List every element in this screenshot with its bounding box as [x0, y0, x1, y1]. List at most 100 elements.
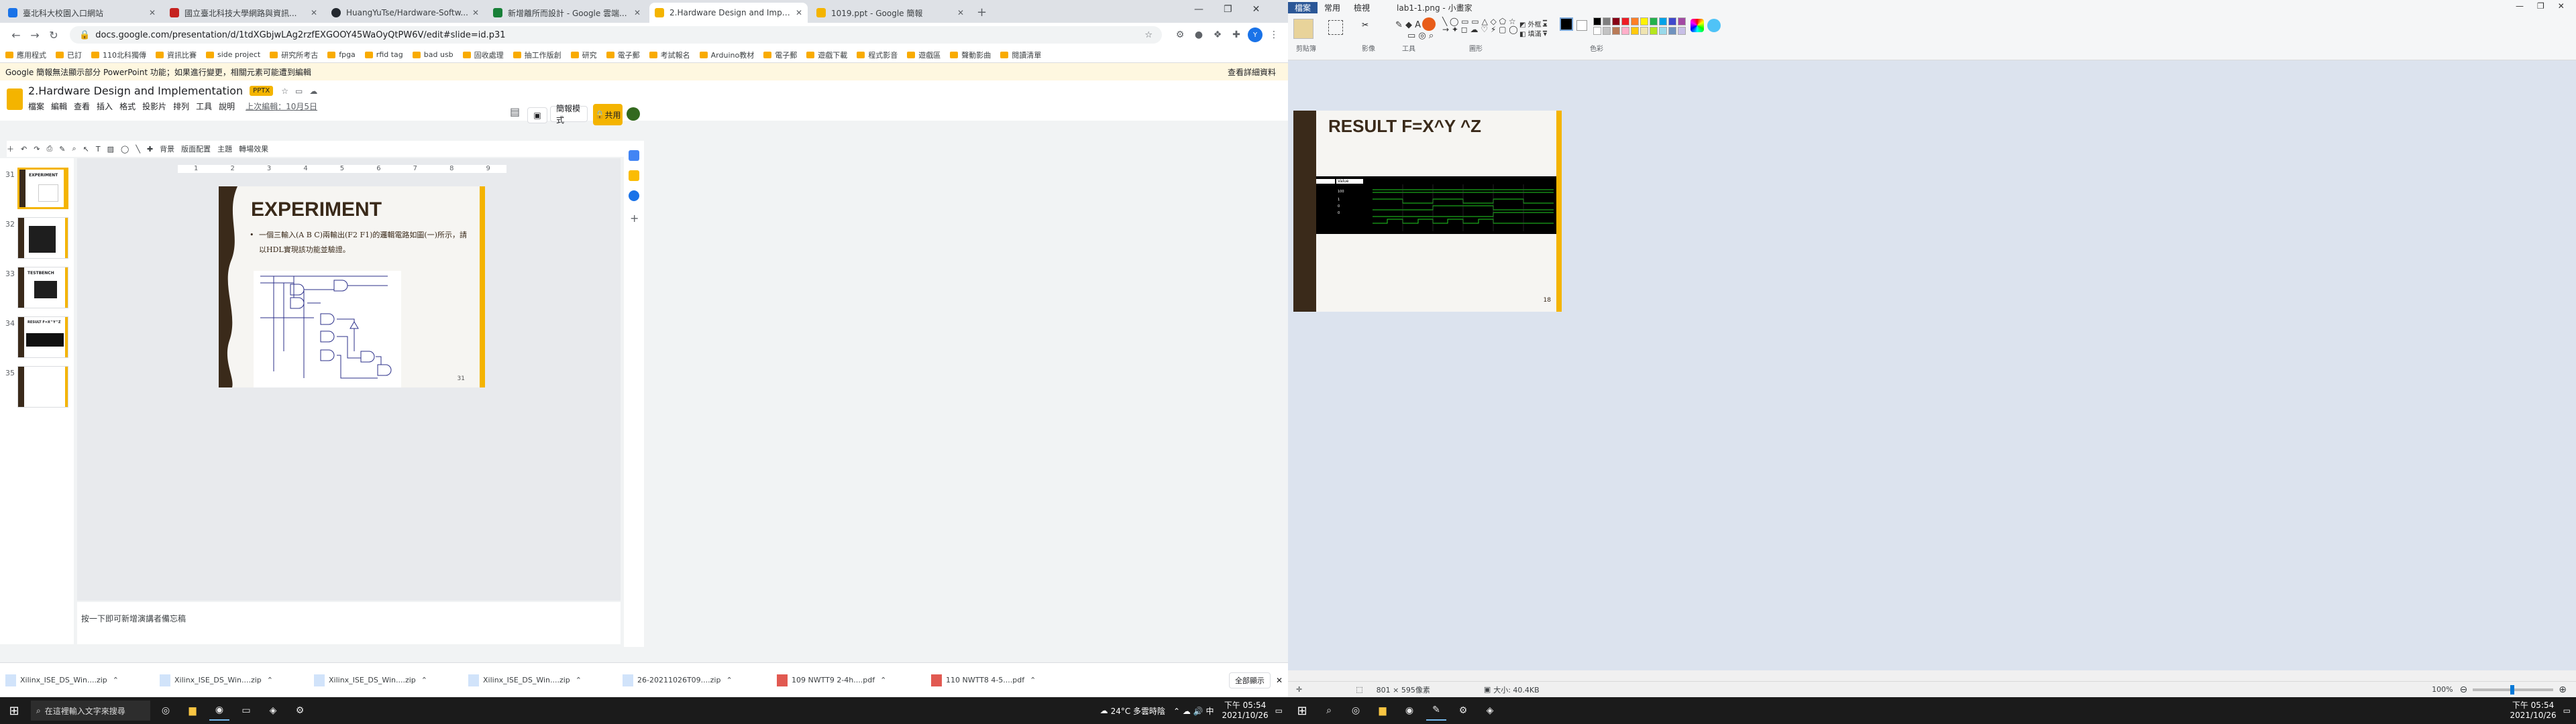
slide-thumbnail[interactable] — [17, 217, 68, 259]
bookmark-item[interactable]: rfid tag — [364, 50, 403, 59]
maximize-icon[interactable]: ❐ — [1224, 4, 1232, 15]
comment-icon[interactable]: ▤ — [510, 105, 520, 118]
browser-tab[interactable]: 國立臺北科技大學網路與資訊... ✕ — [164, 3, 323, 23]
star-icon[interactable]: ☆ — [1144, 30, 1152, 40]
bookmark-item[interactable]: Arduino教材 — [699, 50, 754, 60]
palette-swatch[interactable] — [1631, 17, 1639, 25]
close-icon[interactable]: ✕ — [957, 8, 964, 17]
bookmark-item[interactable]: 遊戲區 — [907, 50, 941, 60]
color1-swatch[interactable] — [1560, 17, 1573, 31]
menu-item[interactable]: 檔案 — [28, 101, 44, 112]
terminal-icon[interactable]: ▭ — [236, 701, 256, 721]
task-view-icon[interactable]: ◎ — [156, 701, 176, 721]
tray-icons[interactable]: ⌃ ☁ 🔊 中 — [1173, 705, 1214, 717]
clock[interactable]: 下午 05:54 2021/10/26 — [2510, 701, 2556, 721]
extension-icon[interactable]: ❖ — [1210, 27, 1225, 42]
color2-swatch[interactable] — [1576, 20, 1587, 31]
address-bar[interactable]: 🔒 docs.google.com/presentation/d/1tdXGbj… — [70, 26, 1162, 44]
show-all-downloads[interactable]: 全部顯示 — [1228, 672, 1271, 688]
slide-thumbnail[interactable] — [17, 366, 68, 408]
palette-swatch[interactable] — [1603, 17, 1611, 25]
search-icon[interactable]: ⌕ — [1319, 701, 1339, 721]
browser-tab[interactable]: 1019.ppt - Google 簡報 ✕ — [811, 3, 969, 23]
browser-tab-active[interactable]: 2.Hardware Design and Implem... ✕ — [649, 3, 808, 23]
menu-item[interactable]: 排列 — [173, 101, 189, 112]
close-icon[interactable]: ✕ — [796, 8, 802, 17]
palette-swatch[interactable] — [1593, 17, 1601, 25]
close-icon[interactable]: ✕ — [149, 8, 156, 17]
bookmark-item[interactable]: 應用程式 — [5, 50, 46, 60]
palette-swatch[interactable] — [1621, 27, 1629, 35]
chrome-icon[interactable]: ◉ — [209, 701, 229, 721]
chrome-icon[interactable]: ◉ — [1399, 701, 1419, 721]
pencil-icon[interactable]: ✎ ◆ A — [1395, 20, 1421, 30]
close-window-icon[interactable]: ✕ — [1252, 4, 1260, 15]
zoom-icon[interactable]: ⌕ — [72, 144, 76, 154]
shape-icon[interactable]: ◯ — [121, 145, 129, 154]
undo-icon[interactable]: ↶ — [21, 145, 27, 154]
close-icon[interactable]: ✕ — [1276, 676, 1283, 685]
toolbar-transition[interactable]: 轉場效果 — [239, 143, 268, 154]
select-icon[interactable]: ↖ — [83, 145, 89, 154]
bookmark-item[interactable]: 已訂 — [56, 50, 82, 60]
notice-link[interactable]: 查看詳細資料 — [1228, 66, 1276, 78]
shapes-gallery[interactable]: ╲ ◯ ▭ ▭ △ ◇ ⬠ ☆ → ✦ ◻ ☁ ♡ ⚡ ▢ ◯ — [1442, 17, 1523, 34]
menu-item[interactable]: 工具 — [196, 101, 212, 112]
avatar[interactable] — [627, 107, 640, 121]
close-icon[interactable]: ✕ — [634, 8, 641, 17]
zoom-out-icon[interactable]: ⊖ — [2460, 684, 2468, 695]
toolbar-background[interactable]: 背景 — [160, 143, 174, 154]
weather-text[interactable]: 24°C 多雲時陰 — [1111, 705, 1165, 717]
chevron-up-icon[interactable]: ⌃ — [1030, 676, 1036, 684]
palette-swatch[interactable] — [1659, 27, 1667, 35]
paste-icon[interactable] — [1293, 19, 1313, 39]
browser-tab[interactable]: 新增離所而設計 - Google 雲端... ✕ — [488, 3, 646, 23]
browser-tab[interactable]: 臺北科大校園入口網站 ✕ — [3, 3, 161, 23]
palette-swatch[interactable] — [1603, 27, 1611, 35]
download-item[interactable]: Xilinx_ISE_DS_Win....zip ⌃ — [5, 674, 160, 686]
palette-swatch[interactable] — [1631, 27, 1639, 35]
tab-view[interactable]: 檢視 — [1347, 2, 1377, 13]
document-title[interactable]: 2.Hardware Design and Implementation — [28, 84, 243, 97]
puzzle-icon[interactable]: ✚ — [1229, 27, 1244, 42]
extension-icon[interactable]: ● — [1191, 27, 1206, 42]
windows-start-icon[interactable]: ⊞ — [4, 701, 24, 721]
bookmark-item[interactable]: 電子郵 — [606, 50, 640, 60]
speaker-notes[interactable]: 按一下即可新增演講者備忘稿 — [77, 602, 621, 644]
keep-icon[interactable] — [629, 170, 639, 181]
vscode-icon[interactable]: ◈ — [263, 701, 283, 721]
menu-item[interactable]: 格式 — [119, 101, 136, 112]
share-button[interactable]: 🔒 共用 — [593, 104, 623, 125]
size-button[interactable]: ━ ━ ━ — [1543, 18, 1556, 39]
download-item[interactable]: Xilinx_ISE_DS_Win....zip ⌃ — [160, 674, 314, 686]
brush-icon[interactable] — [1422, 17, 1436, 31]
profile-avatar[interactable]: Y — [1248, 27, 1263, 42]
taskbar-search[interactable]: ⌕ 在這裡輸入文字來搜尋 — [31, 701, 150, 721]
eraser-icon[interactable]: ▭ ◎ ⌕ — [1407, 31, 1434, 41]
bookmark-item[interactable]: 考試報名 — [649, 50, 690, 60]
bookmark-item[interactable]: 資訊比賽 — [156, 50, 197, 60]
extension-icon[interactable]: ⚙ — [1173, 27, 1187, 42]
close-icon[interactable]: ✕ — [311, 8, 317, 17]
bookmark-item[interactable]: 閱讀清單 — [1000, 50, 1041, 60]
back-icon[interactable]: ← — [7, 25, 25, 44]
print-icon[interactable]: ⎙ — [46, 144, 52, 154]
minimize-icon[interactable]: — — [1194, 4, 1203, 15]
add-icon[interactable]: + — [630, 212, 639, 225]
folder-icon[interactable]: ▭ — [295, 86, 303, 96]
minimize-icon[interactable]: — — [2516, 1, 2524, 11]
chevron-up-icon[interactable]: ⌃ — [267, 676, 273, 684]
palette-swatch[interactable] — [1621, 17, 1629, 25]
bookmark-item[interactable]: 聲動影曲 — [950, 50, 991, 60]
slide-thumbnail[interactable]: EXPERIMENT — [17, 168, 68, 209]
menu-item[interactable]: 查看 — [74, 101, 90, 112]
download-item[interactable]: Xilinx_ISE_DS_Win....zip ⌃ — [468, 674, 623, 686]
bookmark-item[interactable]: 110北科獨傳 — [91, 50, 146, 60]
bookmark-item[interactable]: 電子郵 — [763, 50, 797, 60]
add-slide-icon[interactable]: ＋ — [7, 143, 14, 154]
palette-swatch[interactable] — [1659, 17, 1667, 25]
explorer-icon[interactable]: ▆ — [1373, 701, 1393, 721]
paint-canvas[interactable]: RESULT F=X^Y ^Z Name Value 100 1 0 0 18 — [1288, 60, 2576, 670]
menu-icon[interactable]: ⋮ — [1267, 27, 1281, 42]
menu-item[interactable]: 投影片 — [142, 101, 166, 112]
